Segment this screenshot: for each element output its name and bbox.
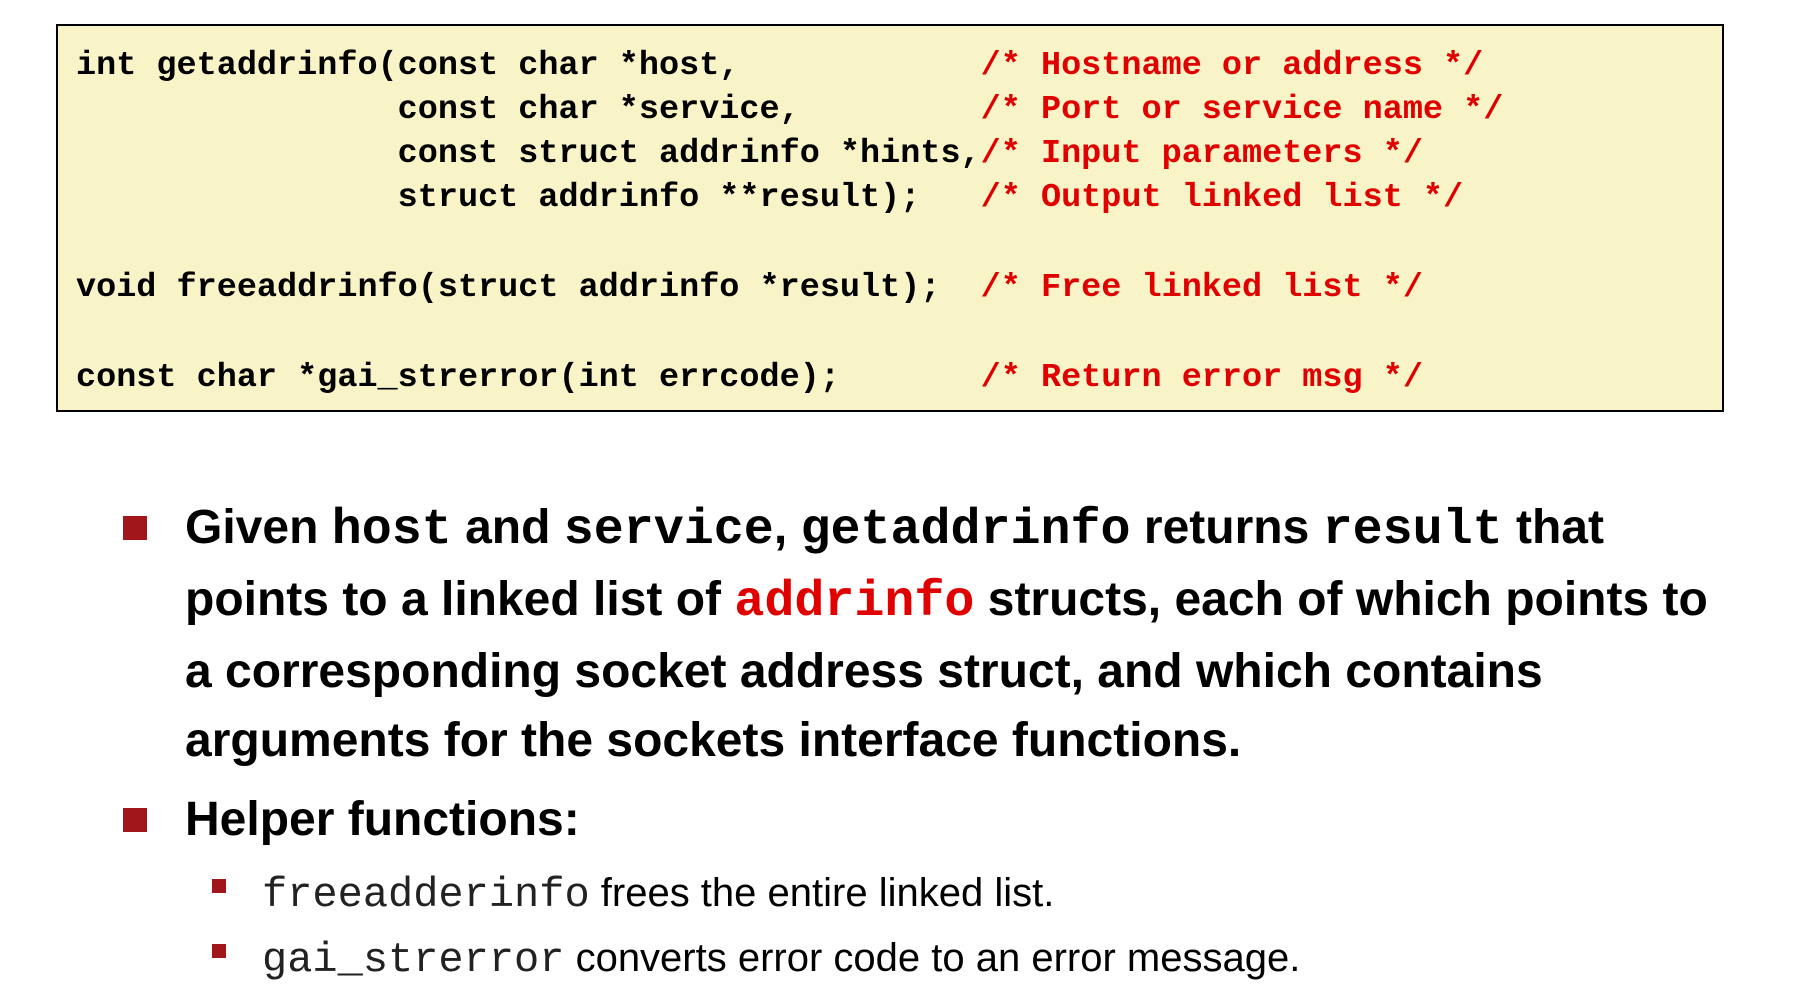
code-freeadderinfo: freeadderinfo [262,871,590,919]
code-service: service [563,502,774,559]
square-bullet-icon [123,516,147,540]
square-bullet-icon [123,808,147,832]
text-run: and [451,501,564,554]
code-addrinfo: addrinfo [734,574,975,631]
text-run: , [773,501,801,554]
code-host: host [331,502,452,559]
small-square-bullet-icon [212,879,226,893]
sub-item-freeaddrinfo: freeadderinfo frees the entire linked li… [262,869,1742,919]
text-run: converts error code to an error message. [564,936,1301,980]
text-run: returns [1130,501,1323,554]
code-getaddrinfo: getaddrinfo [800,502,1131,559]
small-square-bullet-icon [212,944,226,958]
bullet-getaddrinfo-description: Given host and service, getaddrinfo retu… [185,493,1745,775]
sub-item-gai-strerror: gai_strerror converts error code to an e… [262,934,1742,984]
text-run: frees the entire linked list. [589,871,1055,915]
bullet-list: Given host and service, getaddrinfo retu… [0,0,1798,990]
code-gai-strerror: gai_strerror [262,936,565,984]
code-result: result [1322,502,1503,559]
text-run: Given [185,501,332,554]
bullet-helper-functions: Helper functions: [185,793,580,846]
